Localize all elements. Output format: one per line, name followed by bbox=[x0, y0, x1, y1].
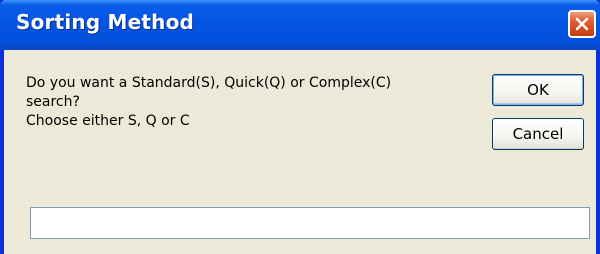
close-button[interactable] bbox=[568, 10, 596, 38]
window-title: Sorting Method bbox=[16, 10, 195, 34]
response-input[interactable] bbox=[30, 207, 590, 239]
cancel-button[interactable]: Cancel bbox=[492, 118, 584, 150]
title-bar[interactable]: Sorting Method bbox=[0, 0, 600, 50]
ok-button[interactable]: OK bbox=[492, 74, 584, 106]
cancel-button-label: Cancel bbox=[512, 125, 564, 143]
prompt-line-1: Do you want a Standard(S), Quick(Q) or C… bbox=[26, 75, 392, 91]
prompt-message: Do you want a Standard(S), Quick(Q) or C… bbox=[26, 74, 476, 131]
prompt-line-3: Choose either S, Q or C bbox=[26, 113, 190, 129]
input-dialog-window: Sorting Method Do you want a Standard(S)… bbox=[0, 0, 600, 254]
prompt-line-2: search? bbox=[26, 94, 80, 110]
close-icon bbox=[574, 16, 590, 32]
ok-button-label: OK bbox=[527, 81, 549, 99]
